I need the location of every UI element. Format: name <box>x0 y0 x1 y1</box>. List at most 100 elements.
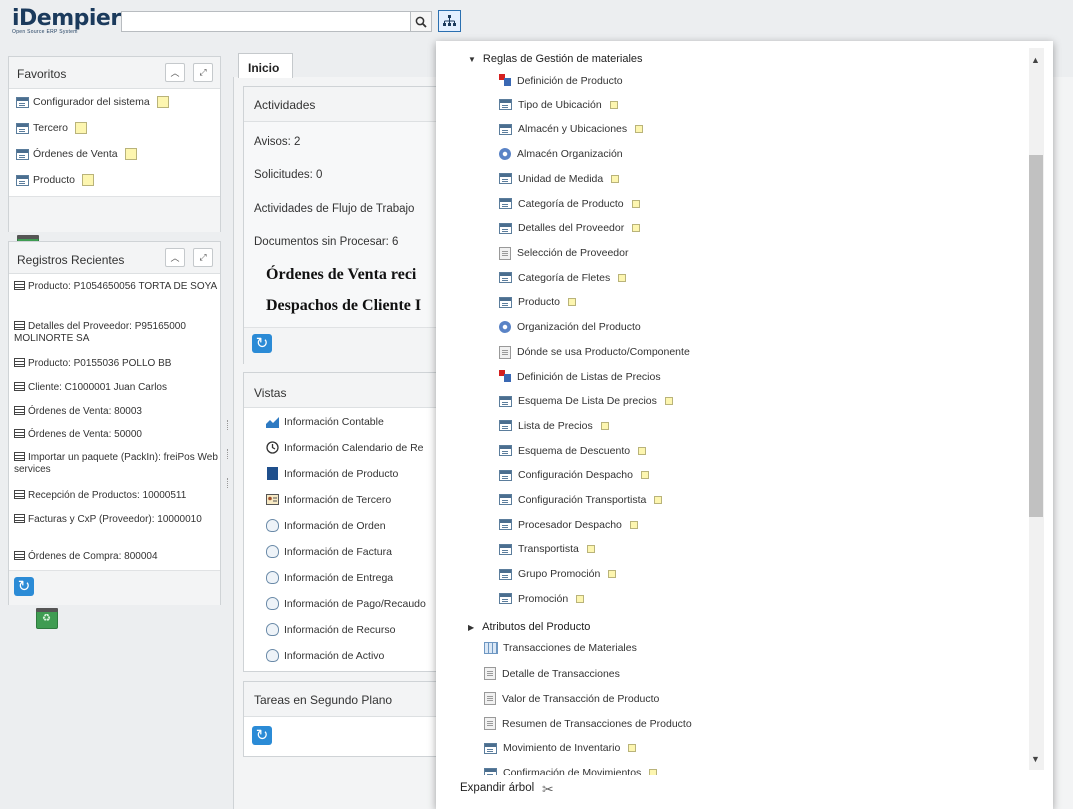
splitter-handle[interactable] <box>227 449 232 459</box>
window-icon <box>499 99 512 111</box>
view-link[interactable]: Información de Entrega <box>266 571 393 584</box>
notices-link[interactable]: Avisos: 2 <box>254 136 300 148</box>
maximize-button[interactable]: ⤢ <box>193 63 213 82</box>
tree-menu-item[interactable]: Grupo Promoción <box>499 568 617 580</box>
tab-inicio[interactable]: Inicio <box>238 53 293 78</box>
view-link[interactable]: Información Contable <box>266 415 384 428</box>
tree-menu-item[interactable]: Definición de Listas de Precios <box>499 370 661 383</box>
window-icon <box>499 173 512 185</box>
bulb-icon <box>266 545 279 558</box>
app-logo[interactable]: iDempiere <box>12 6 136 31</box>
tree-menu-item[interactable]: Tipo de Ubicación <box>499 99 618 111</box>
tree-menu-item[interactable]: Almacén y Ubicaciones <box>499 123 644 135</box>
view-link[interactable]: Información Calendario de Re <box>266 441 424 454</box>
collapse-button[interactable]: ︿ <box>165 248 185 267</box>
expand-tree-label[interactable]: Expandir árbol <box>460 782 534 794</box>
scrollbar-thumb[interactable] <box>1029 155 1043 517</box>
tree-menu-item[interactable]: Lista de Precios <box>499 420 609 432</box>
refresh-icon[interactable]: ↻ <box>252 334 272 353</box>
grid-icon <box>484 642 498 654</box>
tree-menu-item-label: Promoción <box>518 592 569 605</box>
search-button[interactable] <box>410 11 432 32</box>
window-icon <box>16 96 29 108</box>
tree-menu-item[interactable]: Valor de Transacción de Producto <box>484 692 659 705</box>
tree-folder-materials[interactable]: ▼ Reglas de Gestión de materiales <box>468 53 643 65</box>
tree-folder-product-attributes[interactable]: ▶ Atributos del Producto <box>468 621 590 633</box>
view-link[interactable]: Información de Orden <box>266 519 386 532</box>
tree-menu-item-label: Valor de Transacción de Producto <box>502 692 660 705</box>
recent-item[interactable]: Órdenes de Venta: 50000 <box>14 429 219 441</box>
refresh-icon[interactable]: ↻ <box>252 726 272 745</box>
view-link[interactable]: Información de Recurso <box>266 623 395 636</box>
tree-menu-item[interactable]: Detalle de Transacciones <box>484 667 620 680</box>
bulb-icon <box>266 519 279 532</box>
splitter-handle[interactable] <box>227 420 232 430</box>
recent-item[interactable]: Detalles del Proveedor: P95165000 MOLINO… <box>14 321 219 345</box>
tree-menu-item-label: Definición de Producto <box>517 74 623 87</box>
tree-menu-item[interactable]: Categoría de Producto <box>499 198 640 210</box>
recent-records-panel: Registros Recientes ︿ ⤢ Producto: P10546… <box>8 241 221 629</box>
scroll-down-arrow[interactable]: ▼ <box>1031 754 1040 764</box>
bulb-icon <box>266 571 279 584</box>
bulb-icon <box>266 597 279 610</box>
tree-menu-item[interactable]: Esquema De Lista De precios <box>499 395 673 407</box>
tree-menu-item[interactable]: Procesador Despacho <box>499 519 638 531</box>
view-link[interactable]: Información de Tercero <box>266 493 391 506</box>
recent-item[interactable]: Órdenes de Compra: 800004 <box>14 551 219 563</box>
tree-menu-item[interactable]: Esquema de Descuento <box>499 445 647 457</box>
favorite-item[interactable]: Producto <box>16 174 95 186</box>
tools-icon[interactable]: ✂ <box>542 781 554 798</box>
recent-item[interactable]: Producto: P0155036 POLLO BB <box>14 358 219 370</box>
collapse-button[interactable]: ︿ <box>165 63 185 82</box>
tree-menu-item[interactable]: Resumen de Transacciones de Producto <box>484 717 692 730</box>
tree-menu-item-label: Procesador Despacho <box>518 518 622 531</box>
view-link[interactable]: Información de Pago/Recaudo <box>266 597 426 610</box>
tree-menu-item[interactable]: Transacciones de Materiales <box>484 642 637 654</box>
recent-item[interactable]: Recepción de Productos: 10000511 <box>14 490 219 502</box>
view-link[interactable]: Información de Producto <box>266 467 398 480</box>
favorite-item[interactable]: Configurador del sistema <box>16 96 169 108</box>
tree-menu-item[interactable]: Producto <box>499 296 577 308</box>
tree-menu-item-label: Detalle de Transacciones <box>502 667 620 680</box>
tree-menu-item[interactable]: Almacén Organización <box>499 148 623 161</box>
maximize-button[interactable]: ⤢ <box>193 248 213 267</box>
tree-menu-item[interactable]: Dónde se usa Producto/Componente <box>499 345 690 359</box>
window-icon <box>499 469 512 481</box>
tree-menu-item[interactable]: Definición de Producto <box>499 74 623 87</box>
scroll-up-arrow[interactable]: ▲ <box>1031 55 1040 65</box>
tree-menu-item[interactable]: Configuración Transportista <box>499 494 663 506</box>
tree-menu-item[interactable]: Unidad de Medida <box>499 173 620 185</box>
recent-item[interactable]: Órdenes de Venta: 80003 <box>14 406 219 418</box>
view-link[interactable]: Información de Activo <box>266 649 384 662</box>
refresh-icon[interactable]: ↻ <box>14 577 34 596</box>
tree-menu-item[interactable]: Promoción <box>499 592 585 605</box>
background-tasks-panel: Tareas en Segundo Plano ↻ <box>243 681 444 757</box>
unprocessed-documents-link[interactable]: Documentos sin Procesar: 6 <box>254 236 398 248</box>
workflow-activities-link[interactable]: Actividades de Flujo de Trabajo <box>254 203 439 215</box>
recent-item[interactable]: Facturas y CxP (Proveedor): 10000010 <box>14 514 219 526</box>
tree-menu-item[interactable]: Configuración Despacho <box>499 469 649 481</box>
workflow-icon <box>499 74 512 87</box>
menu-tree-button[interactable] <box>438 10 461 32</box>
tree-menu-item-label: Transportista <box>518 543 579 556</box>
tree-menu-item[interactable]: Detalles del Proveedor <box>499 222 641 234</box>
recent-item[interactable]: Cliente: C1000001 Juan Carlos <box>14 382 219 394</box>
requests-link[interactable]: Solicitudes: 0 <box>254 169 322 181</box>
splitter-handle[interactable] <box>227 478 232 488</box>
record-icon <box>14 358 25 367</box>
favorite-item[interactable]: Órdenes de Venta <box>16 148 137 160</box>
tree-menu-item[interactable]: Movimiento de Inventario <box>484 742 637 754</box>
tree-menu-item[interactable]: Transportista <box>499 543 595 555</box>
tree-menu-item[interactable]: Selección de Proveedor <box>499 246 629 260</box>
recycle-bin-icon[interactable] <box>36 608 58 629</box>
recent-item[interactable]: Importar un paquete (PackIn): freiPos We… <box>14 452 219 476</box>
record-icon <box>14 551 25 560</box>
favorite-item[interactable]: Tercero <box>16 122 88 134</box>
recent-item[interactable]: Producto: P1054650056 TORTA DE SOYA <box>14 281 219 293</box>
tree-menu-item-label: Lista de Precios <box>518 419 593 432</box>
menu-search-input[interactable] <box>121 11 411 32</box>
tree-menu-item[interactable]: Categoría de Fletes <box>499 272 627 284</box>
app-logo-subtitle: Open Source ERP System <box>12 29 78 35</box>
view-link[interactable]: Información de Factura <box>266 545 392 558</box>
tree-menu-item[interactable]: Organización del Producto <box>499 321 641 333</box>
